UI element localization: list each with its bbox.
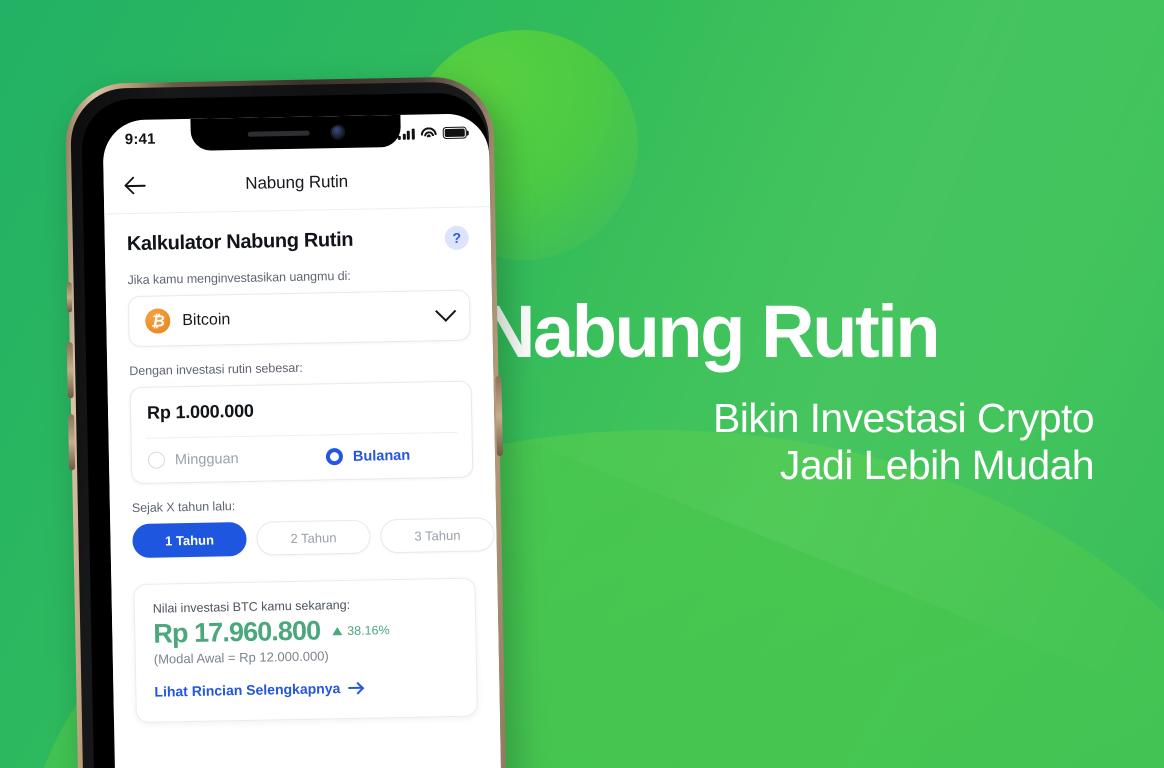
frequency-option-bulanan-label: Bulanan <box>352 447 411 465</box>
result-delta: 38.16% <box>332 623 390 638</box>
frequency-option-mingguan-label: Mingguan <box>174 450 239 468</box>
arrow-up-icon <box>332 626 343 635</box>
period-field-label: Sejak X tahun lalu: <box>131 499 236 516</box>
tab-3-tahun[interactable]: 3 Tahun <box>380 517 495 554</box>
result-caption: Nilai investasi BTC kamu sekarang: <box>152 597 351 616</box>
promo-banner: Nabung Rutin Bikin Investasi Crypto Jadi… <box>0 0 1164 768</box>
back-arrow-icon[interactable] <box>123 172 149 198</box>
frequency-option-bulanan[interactable]: Bulanan <box>325 447 411 466</box>
status-bar-time: 9:41 <box>124 130 156 148</box>
phone-frame: 9:41 Nabung Rutin Kalkulator Nabung Ruti… <box>64 76 508 768</box>
hero-title: Nabung Rutin <box>482 290 941 373</box>
hero-subtitle-line1: Bikin Investasi Crypto <box>712 394 1095 441</box>
phone-volume-down-button[interactable] <box>68 414 76 471</box>
calculator-header: Kalkulator Nabung Rutin ? <box>126 225 469 257</box>
phone-volume-up-button[interactable] <box>66 342 74 399</box>
result-details-link-label: Lihat Rincian Selengkapnya <box>154 680 341 700</box>
phone-bezel-inner: 9:41 Nabung Rutin Kalkulator Nabung Ruti… <box>81 92 503 768</box>
bitcoin-icon: ₿ <box>145 308 171 334</box>
result-main-row: Rp 17.960.800 38.16% <box>153 613 458 650</box>
app-navbar: Nabung Rutin <box>103 151 491 215</box>
chevron-down-icon <box>435 300 457 322</box>
battery-full-icon <box>442 126 467 140</box>
tab-1-tahun[interactable]: 1 Tahun <box>132 521 247 559</box>
front-camera-icon <box>331 125 344 139</box>
navbar-title: Nabung Rutin <box>245 171 349 193</box>
hero-copy: Nabung Rutin Bikin Investasi Crypto Jadi… <box>474 290 1095 490</box>
radio-selected-icon <box>325 448 344 466</box>
tab-2-tahun[interactable]: 2 Tahun <box>256 519 371 556</box>
phone-notch <box>190 114 402 151</box>
radio-unselected-icon <box>147 451 166 469</box>
frequency-option-mingguan[interactable]: Mingguan <box>147 448 326 469</box>
calculator-content: Kalkulator Nabung Rutin ? Jika kamu meng… <box>104 207 502 724</box>
result-card: Nilai investasi BTC kamu sekarang: Rp 17… <box>133 577 478 724</box>
phone-bezel: 9:41 Nabung Rutin Kalkulator Nabung Ruti… <box>69 81 503 768</box>
result-amount: Rp 17.960.800 <box>153 615 321 649</box>
amount-field-label: Dengan investasi rutin sebesar: <box>129 360 303 379</box>
hero-subtitle: Bikin Investasi Crypto Jadi Lebih Mudah <box>474 394 1095 490</box>
result-details-link[interactable]: Lihat Rincian Selengkapnya <box>154 680 363 700</box>
earpiece-speaker-icon <box>247 130 310 137</box>
asset-select-value: Bitcoin <box>182 310 231 329</box>
asset-field-label: Jika kamu menginvestasikan uangmu di: <box>127 268 351 288</box>
status-bar-indicators <box>398 126 467 140</box>
arrow-right-icon <box>348 683 363 693</box>
phone-mute-switch[interactable] <box>66 282 73 313</box>
result-modal-awal: (Modal Awal = Rp 12.000.000) <box>153 648 329 667</box>
asset-select[interactable]: ₿ Bitcoin <box>127 289 471 348</box>
help-icon[interactable]: ? <box>444 225 469 251</box>
frequency-radio-group: Mingguan Bulanan <box>132 433 473 484</box>
result-delta-value: 38.16% <box>347 622 390 638</box>
wifi-icon <box>420 127 437 139</box>
phone-screen: 9:41 Nabung Rutin Kalkulator Nabung Ruti… <box>102 113 503 768</box>
hero-subtitle-line2: Jadi Lebih Mudah <box>779 442 1095 489</box>
amount-input[interactable]: Rp 1.000.000 <box>131 382 472 439</box>
amount-card: Rp 1.000.000 Mingguan Bulanan <box>129 380 474 485</box>
period-tabs: 1 Tahun 2 Tahun 3 Tahun <box>132 516 502 559</box>
page-title: Kalkulator Nabung Rutin <box>126 228 354 255</box>
phone-mockup: 9:41 Nabung Rutin Kalkulator Nabung Ruti… <box>64 76 520 768</box>
